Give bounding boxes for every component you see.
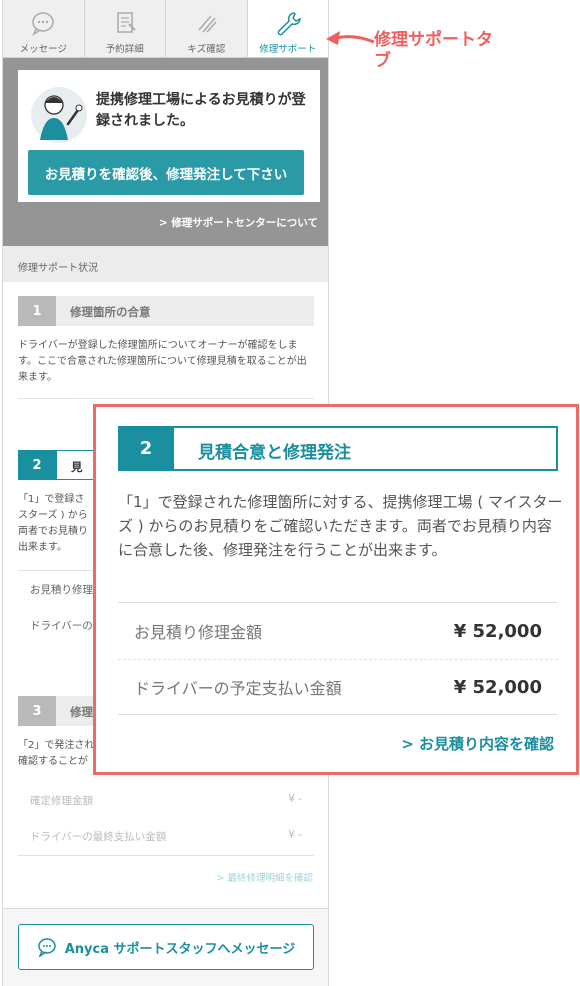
row-label: ドライバーの最終支払い金額 <box>30 831 167 843</box>
row-label: お見積り修理 <box>30 584 93 596</box>
step-number: 2 <box>18 450 56 480</box>
tab-reservation[interactable]: 予約詳細 <box>85 0 166 57</box>
tab-label: キズ確認 <box>187 44 226 55</box>
divider <box>18 398 314 399</box>
notice-message: 提携修理工場によるお見積りが登録されました。 <box>96 92 306 129</box>
row-label: ドライバーの予定支払い金額 <box>134 679 342 698</box>
chat-icon <box>37 938 56 957</box>
staff-avatar-icon <box>31 87 87 143</box>
row-label: ドライバーの <box>30 620 93 632</box>
divider <box>18 855 314 856</box>
message-support-button[interactable]: Anyca サポートスタッフへメッセージ <box>18 924 314 970</box>
step-1-description: ドライバーが登録した修理箇所についてオーナーが確認をします。ここで合意された修理… <box>18 340 307 383</box>
tab-bar: メッセージ 予約詳細 キズ確認 修理サポート <box>3 0 328 58</box>
status-heading: 修理サポート状況 <box>3 246 328 282</box>
tab-label: メッセージ <box>19 44 67 55</box>
step-2-description: 「1」で登録された修理箇所に対する、提携修理工場 ( マイスターズ ) からのお… <box>118 493 563 559</box>
tab-message[interactable]: メッセージ <box>3 0 85 57</box>
step-number: 2 <box>118 426 174 471</box>
scratch-icon <box>198 15 217 33</box>
confirmed-repair-amount-row: 確定修理金額 ¥ - <box>18 783 314 818</box>
support-center-link[interactable]: > 修理サポートセンターについて <box>159 215 318 230</box>
row-label: 確定修理金額 <box>30 795 93 807</box>
tab-repair-support[interactable]: 修理サポート <box>247 0 328 57</box>
step-number: 1 <box>18 296 56 326</box>
final-payment-row: ドライバーの最終支払い金額 ¥ - <box>18 819 314 854</box>
estimate-amount-row: お見積り修理金額 ¥ 52,000 <box>118 603 558 659</box>
final-statement-link-label: 最終修理明細を確認 <box>227 873 313 884</box>
confirm-estimate-link[interactable]: > お見積り内容を確認 <box>401 733 554 754</box>
step-number: 3 <box>18 696 56 726</box>
step-title: 修理箇所の合意 <box>56 296 314 326</box>
step-2-header: 2 見積合意と修理発注 <box>118 426 558 471</box>
step-2-zoom-panel: 2 見積合意と修理発注 「1」で登録された修理箇所に対する、提携修理工場 ( マ… <box>93 404 579 775</box>
final-statement-link[interactable]: > 最終修理明細を確認 <box>217 870 314 884</box>
notice-card: 提携修理工場によるお見積りが登録されました。 お見積りを確認後、修理発注して下さ… <box>18 70 320 202</box>
tab-label: 修理サポート <box>259 44 317 55</box>
confirm-estimate-link-label: お見積り内容を確認 <box>418 735 554 753</box>
step-title: 見積合意と修理発注 <box>174 426 558 471</box>
tab-scratch-check[interactable]: キズ確認 <box>166 0 248 57</box>
tab-label: 予約詳細 <box>105 44 144 55</box>
footer: Anyca サポートスタッフへメッセージ <box>3 908 328 986</box>
row-value: ¥ - <box>288 829 302 841</box>
callout-arrow-icon <box>326 31 375 45</box>
message-support-label: Anyca サポートスタッフへメッセージ <box>64 941 296 957</box>
row-value: ¥ - <box>288 793 302 805</box>
confirm-estimate-button[interactable]: お見積りを確認後、修理発注して下さい <box>28 150 304 195</box>
row-value: ¥ 52,000 <box>453 676 542 698</box>
divider <box>118 714 558 715</box>
driver-payment-row: ドライバーの予定支払い金額 ¥ 52,000 <box>118 659 558 715</box>
document-icon <box>117 12 136 33</box>
row-value: ¥ 52,000 <box>453 620 542 642</box>
callout-label: 修理サポートタブ <box>374 30 493 71</box>
support-center-link-label: 修理サポートセンターについて <box>171 217 318 229</box>
chat-icon <box>32 12 54 36</box>
wrench-icon <box>277 12 301 36</box>
estimate-notice-panel: 提携修理工場によるお見積りが登録されました。 お見積りを確認後、修理発注して下さ… <box>3 58 328 246</box>
row-label: お見積り修理金額 <box>134 623 263 642</box>
step-1-header: 1 修理箇所の合意 <box>18 296 314 326</box>
